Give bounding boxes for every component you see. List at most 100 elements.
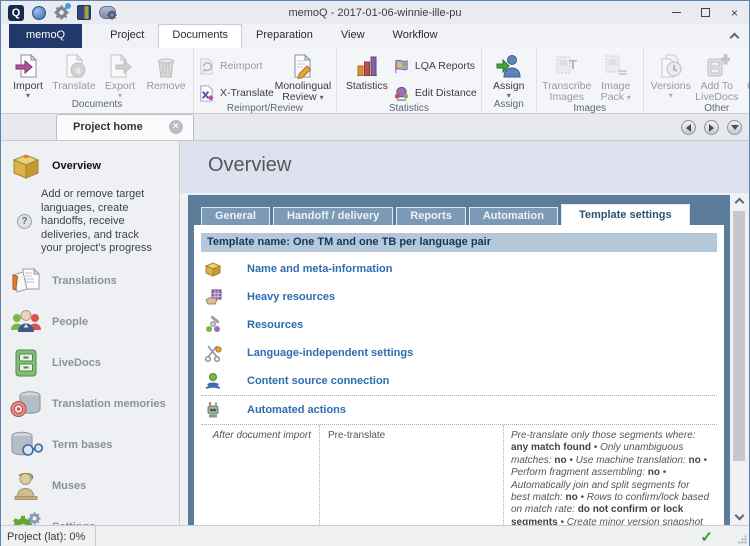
link-name-meta[interactable]: Name and meta-information <box>247 263 392 275</box>
tab-scroll-left-button[interactable] <box>681 120 696 135</box>
triangle-right-icon <box>709 124 714 132</box>
overview-description-text: Add or remove target languages, create h… <box>41 188 163 256</box>
ribbon-group-reimport-review: Reimport X-Translate Monolingual Review … <box>194 48 337 113</box>
remove-button: Remove <box>143 50 189 92</box>
triangle-left-icon <box>686 124 691 132</box>
link-row-language-independent: Language-independent settings <box>201 339 717 367</box>
svg-text:T: T <box>569 57 577 72</box>
table-cell-details: Pre-translate only those segments where:… <box>503 425 717 525</box>
resource-console-icon[interactable] <box>77 5 91 20</box>
svg-text:a: a <box>75 66 80 76</box>
collapse-ribbon-button[interactable] <box>731 34 739 42</box>
sidebar-item-livedocs[interactable]: LiveDocs <box>1 348 179 378</box>
memoq-window: { "titlebar": { "logo": "Q", "title": "m… <box>0 0 750 546</box>
lqa-reports-button[interactable]: LQA Reports <box>393 56 477 76</box>
tab-list-button[interactable] <box>727 120 742 135</box>
sidebar-item-settings[interactable]: Settings <box>1 512 179 526</box>
ribbon-tab-workflow[interactable]: Workflow <box>379 24 452 48</box>
resize-grip[interactable] <box>738 535 747 544</box>
link-heavy-resources[interactable]: Heavy resources <box>247 291 335 303</box>
ribbon-tab-view[interactable]: View <box>327 24 379 48</box>
link-automated-actions[interactable]: Automated actions <box>247 404 346 416</box>
muses-icon <box>9 471 43 501</box>
overview-tabs: General Handoff / delivery Reports Autom… <box>194 204 724 225</box>
export-icon <box>107 53 133 79</box>
link-content-source[interactable]: Content source connection <box>247 375 389 387</box>
ribbon-group-documents: Import ▾ a Translate Export ▾ Remove Doc… <box>1 48 194 113</box>
name-meta-icon <box>204 260 222 278</box>
translate-button: a Translate <box>51 50 97 92</box>
ribbon-group-label: Assign <box>486 99 532 113</box>
window-controls: × <box>662 1 749 24</box>
statistics-button[interactable]: Statistics <box>341 50 393 92</box>
minimize-button[interactable] <box>662 1 691 24</box>
export-button: Export ▾ <box>97 50 143 99</box>
sidebar-item-overview[interactable]: Overview <box>1 151 179 181</box>
ribbon-tab-bar: memoQ Project Documents Preparation View… <box>1 24 749 48</box>
link-row-content-source: Content source connection <box>201 367 717 395</box>
ribbon-tab-memoq[interactable]: memoQ <box>9 24 82 48</box>
memoq-logo-icon[interactable]: Q <box>8 5 24 21</box>
dropdown-caret-icon: ▾ <box>669 92 673 99</box>
versions-button: Versions ▾ <box>648 50 694 99</box>
scroll-down-icon[interactable] <box>736 512 743 519</box>
tab-close-icon[interactable]: × <box>169 120 183 134</box>
scrollbar-thumb[interactable] <box>733 211 745 461</box>
tab-template-settings[interactable]: Template settings <box>561 204 690 225</box>
link-row-automated-actions: Automated actions <box>201 396 717 424</box>
options-gear-icon[interactable] <box>54 5 69 20</box>
x-translate-button[interactable]: X-Translate <box>198 83 274 103</box>
monolingual-review-icon <box>290 53 316 79</box>
transcribe-images-button: T Transcribe Images <box>541 50 593 103</box>
ribbon-tab-project[interactable]: Project <box>96 24 158 48</box>
monolingual-review-button[interactable]: Monolingual Review ▾ <box>274 50 332 103</box>
project-progress-label: Project (lat): 0% <box>1 526 96 546</box>
sidebar-item-term-bases[interactable]: Term bases <box>1 430 179 460</box>
automated-actions-table: After document import Pre-translate Pre-… <box>201 424 717 525</box>
link-row-resources: Resources <box>201 311 717 339</box>
ribbon-group-label: Documents <box>5 99 189 113</box>
tab-scroll-right-button[interactable] <box>704 120 719 135</box>
assign-button[interactable]: Assign ▾ <box>486 50 532 99</box>
term-bases-icon <box>9 430 43 460</box>
status-bar: Project (lat): 0% ✓ <box>1 525 749 546</box>
tab-general[interactable]: General <box>201 207 270 225</box>
tab-reports[interactable]: Reports <box>396 207 466 225</box>
lqa-reports-icon <box>393 58 410 75</box>
versions-icon <box>658 53 684 79</box>
ribbon-tab-documents[interactable]: Documents <box>158 24 242 48</box>
automated-actions-icon <box>204 401 222 419</box>
remove-icon <box>153 53 179 79</box>
edit-distance-button[interactable]: Edit Distance <box>393 83 477 103</box>
scroll-up-icon[interactable] <box>736 199 743 206</box>
maximize-button[interactable] <box>691 1 720 24</box>
tab-automation[interactable]: Automation <box>469 207 558 225</box>
ribbon-tab-preparation[interactable]: Preparation <box>242 24 327 48</box>
help-icon[interactable] <box>32 6 46 20</box>
people-icon <box>9 307 43 337</box>
reimport-button: Reimport <box>198 56 274 76</box>
sidebar-item-muses[interactable]: Muses <box>1 471 179 501</box>
create-view-button: Create View <box>740 50 750 103</box>
import-button[interactable]: Import ▾ <box>5 50 51 99</box>
triangle-down-icon <box>731 125 739 130</box>
close-button[interactable]: × <box>720 1 749 24</box>
page-title: Overview <box>180 141 749 193</box>
ribbon-group-statistics: Statistics LQA Reports Edit Distance Sta… <box>337 48 482 113</box>
tab-project-home[interactable]: Project home × <box>56 114 194 140</box>
server-administrator-icon[interactable] <box>99 6 116 19</box>
tab-handoff-delivery[interactable]: Handoff / delivery <box>273 207 393 225</box>
link-resources[interactable]: Resources <box>247 319 303 331</box>
statistics-icon <box>354 53 380 79</box>
dropdown-caret-icon: ▾ <box>627 93 631 102</box>
table-cell-action: Pre-translate <box>319 425 503 525</box>
minimize-icon <box>672 12 681 13</box>
vertical-scrollbar[interactable] <box>732 195 746 525</box>
help-question-icon: ? <box>17 214 32 229</box>
sidebar-item-people[interactable]: People <box>1 307 179 337</box>
sidebar-item-translations[interactable]: Translations <box>1 266 179 296</box>
link-language-independent[interactable]: Language-independent settings <box>247 347 413 359</box>
template-settings-content: Template name: One TM and one TB per lan… <box>194 225 724 525</box>
ribbon-group-other: Versions ▾ Add To LiveDocs Create View O… <box>644 48 750 113</box>
sidebar-item-translation-memories[interactable]: Translation memories <box>1 389 179 419</box>
